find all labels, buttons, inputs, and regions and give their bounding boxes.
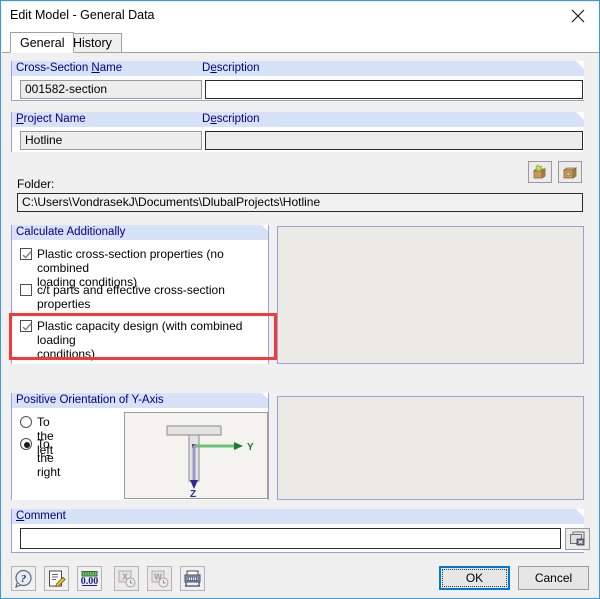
- project-group: Project Name Description Hotline: [11, 112, 584, 152]
- z-axis-label: Z: [190, 489, 196, 498]
- check-icon: [22, 323, 32, 331]
- project-description-input[interactable]: [205, 131, 583, 150]
- comment-input[interactable]: [20, 528, 561, 549]
- folder-path-input[interactable]: C:\Users\VondrasekJ\Documents\DlubalProj…: [17, 193, 583, 212]
- units-number-icon[interactable]: 0.00: [77, 566, 102, 591]
- checkbox-box[interactable]: [20, 320, 32, 332]
- group-left-rule: [11, 393, 12, 500]
- radio-circle[interactable]: [20, 416, 32, 428]
- project-name-label: Project Name: [16, 113, 86, 125]
- tab-general[interactable]: General: [10, 32, 75, 53]
- window-title: Edit Model - General Data: [10, 8, 155, 22]
- group-right-rule: [268, 393, 269, 500]
- group-left-rule: [11, 509, 12, 553]
- cross-section-group-header: Cross-Section Name Description: [11, 61, 584, 76]
- printout-report-icon[interactable]: [180, 566, 205, 591]
- tab-strip: General History: [2, 29, 599, 53]
- comment-label: Comment: [16, 510, 66, 522]
- cross-section-group: Cross-Section Name Description 001582-se…: [11, 61, 584, 101]
- check-icon: [22, 251, 32, 259]
- ok-button-label: OK: [465, 571, 484, 585]
- dialog-footer: ? 0.00 X W OK Cancel: [2, 558, 599, 598]
- folder-label: Folder:: [17, 177, 55, 191]
- help-icon[interactable]: ?: [11, 566, 36, 591]
- cancel-button-label: Cancel: [534, 571, 573, 585]
- radio-dot: [24, 442, 30, 448]
- project-name-input[interactable]: Hotline: [20, 131, 202, 150]
- project-group-header: Project Name Description: [11, 112, 584, 127]
- group-left-rule: [11, 112, 12, 152]
- group-left-rule: [11, 225, 12, 364]
- new-folder-icon[interactable]: [528, 161, 552, 183]
- group-left-rule: [11, 61, 12, 101]
- general-tab-page: Cross-Section Name Description 001582-se…: [2, 53, 599, 558]
- group-right-rule: [268, 225, 269, 364]
- cancel-button[interactable]: Cancel: [518, 566, 589, 590]
- right-preview-panel-bottom: [277, 396, 584, 500]
- cross-section-description-label: Description: [202, 62, 260, 74]
- edit-model-dialog: Edit Model - General Data General Histor…: [0, 0, 600, 599]
- calculate-additionally-header: Calculate Additionally: [11, 225, 269, 240]
- project-description-label: Description: [202, 113, 260, 125]
- svg-text:?: ?: [21, 573, 27, 585]
- checkbox-label: Plastic capacity design (with combined l…: [37, 319, 243, 361]
- checkbox-box[interactable]: [20, 248, 32, 260]
- group-bottom-rule: [11, 552, 584, 553]
- y-axis-orientation-group: Positive Orientation of Y-Axis To the le…: [11, 393, 269, 500]
- comment-library-icon[interactable]: [565, 528, 590, 550]
- export-excel-icon: X: [114, 566, 139, 591]
- cross-section-name-input[interactable]: 001582-section: [20, 80, 202, 99]
- y-axis-label: Y: [247, 442, 254, 453]
- export-word-icon: W: [147, 566, 172, 591]
- y-axis-diagram: Y Z: [124, 412, 268, 499]
- checkbox-label: c/t parts and effective cross-section pr…: [37, 283, 225, 311]
- ok-button[interactable]: OK: [439, 566, 510, 590]
- radio-label: To the right: [37, 437, 61, 479]
- title-bar: Edit Model - General Data: [2, 2, 599, 29]
- checkbox-box[interactable]: [20, 284, 32, 296]
- calculate-additionally-group: Calculate Additionally Plastic cross-sec…: [11, 225, 269, 364]
- cross-section-name-label: Cross-Section Name: [16, 62, 123, 74]
- t-section-drawing: Y Z: [166, 425, 254, 498]
- right-preview-panel-top: [277, 226, 584, 364]
- edit-note-icon[interactable]: [44, 566, 69, 591]
- group-bottom-rule: [11, 100, 584, 101]
- close-icon[interactable]: [556, 2, 599, 29]
- y-axis-orientation-header: Positive Orientation of Y-Axis: [11, 393, 269, 408]
- radio-circle[interactable]: [20, 438, 32, 450]
- browse-folder-icon[interactable]: [558, 161, 582, 183]
- comment-group: Comment: [11, 509, 590, 553]
- cross-section-description-input[interactable]: [205, 80, 583, 99]
- comment-group-header: Comment: [11, 509, 584, 524]
